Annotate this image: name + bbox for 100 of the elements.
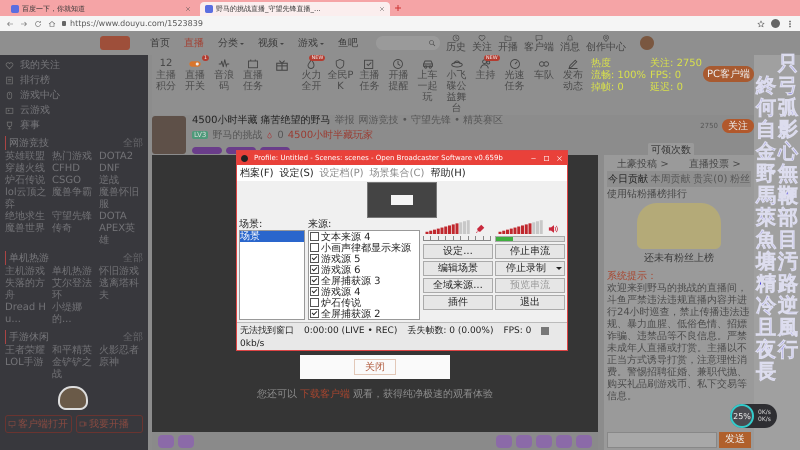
category-link[interactable]: lol云顶之弈 (5, 187, 49, 211)
category-link[interactable]: 原神 (99, 357, 143, 381)
category-link[interactable]: 魔兽世界 (5, 223, 49, 247)
category-link[interactable]: 金铲铲之战 (52, 357, 96, 381)
category-link[interactable]: 火影忍者 (99, 345, 143, 357)
category-link[interactable]: CFHD (52, 163, 96, 175)
header-link[interactable]: 历史 (446, 34, 466, 52)
category-link[interactable]: 主机游戏 (5, 266, 49, 278)
panel-link[interactable]: 土豪投稿 > (617, 157, 669, 171)
obs-button[interactable]: 插件 (423, 295, 493, 310)
category-link[interactable]: 守望先锋 (52, 211, 96, 223)
close-dialog-button[interactable]: 关闭 (354, 359, 396, 375)
category-link[interactable]: 英雄联盟 (5, 151, 49, 163)
header-link[interactable]: 开播 (498, 34, 518, 52)
toolbar-item[interactable]: 光速任务 (500, 58, 529, 92)
forward-icon[interactable] (20, 20, 28, 28)
rank-tab[interactable]: 粉丝 (730, 172, 750, 186)
category-link[interactable]: DOTA2 (99, 151, 143, 163)
category-link[interactable]: 怀旧游戏 (99, 266, 143, 278)
checkbox[interactable] (310, 254, 319, 263)
category-link[interactable]: 热门游戏 (52, 151, 96, 163)
checkbox[interactable] (310, 287, 319, 296)
checkbox[interactable] (310, 309, 319, 318)
menu-item[interactable]: 设定(S) (280, 166, 314, 180)
category-link[interactable]: 小缇娜的... (52, 302, 96, 326)
checkbox[interactable] (310, 265, 319, 274)
category-link[interactable]: 失落的方舟 (5, 278, 49, 302)
obs-button[interactable]: 停止录制 (495, 261, 565, 276)
nav-link[interactable]: 游戏 (298, 36, 324, 50)
obs-button[interactable]: 编辑场景 (423, 261, 493, 276)
sidebar-link[interactable]: 游戏中心 (5, 88, 143, 102)
category-link[interactable]: CSGO (52, 175, 96, 187)
bookmark-star-icon[interactable] (757, 20, 765, 28)
category-link[interactable]: 炉石传说 (5, 175, 49, 187)
category-link[interactable]: 穿越火线 (5, 163, 49, 175)
maximize-icon[interactable] (543, 154, 550, 162)
sidebar-button[interactable]: 客户端打开 (5, 415, 72, 433)
category-link[interactable]: DNF (99, 163, 143, 175)
sidebar-link[interactable]: 我的关注 (5, 58, 143, 72)
sidebar-link[interactable]: 排行榜 (5, 73, 143, 87)
rank-tab[interactable]: 本周贡献 (650, 172, 691, 186)
sidebar-link[interactable]: 云游戏 (5, 103, 143, 117)
toolbar-item[interactable]: 主播任务 (355, 58, 384, 92)
toolbar-item[interactable]: 全民PK (326, 58, 354, 92)
toolbar-item[interactable]: 音浪码 (210, 58, 238, 92)
obs-button[interactable]: 退出 (495, 295, 565, 310)
search-field[interactable] (376, 36, 440, 50)
category-link[interactable]: LOL手游 (5, 357, 49, 381)
header-link[interactable]: 客户端 (524, 34, 554, 52)
nav-link[interactable]: 鱼吧 (338, 36, 358, 50)
chat-input[interactable] (607, 432, 717, 448)
category-link[interactable]: 传奇 (52, 223, 96, 247)
scene-item[interactable]: 场景 (240, 231, 304, 242)
checkbox[interactable] (310, 276, 319, 285)
home-icon[interactable] (48, 20, 56, 28)
menu-item[interactable]: 档案(F) (240, 166, 274, 180)
category-link[interactable]: 王者荣耀 (5, 345, 49, 357)
reload-icon[interactable] (34, 20, 42, 28)
obs-button[interactable]: 设定... (423, 244, 493, 259)
header-link[interactable]: 关注 (472, 34, 492, 52)
header-link[interactable]: 消息 (560, 34, 580, 52)
rank-tab[interactable]: 今日贡献 (608, 172, 648, 186)
menu-icon[interactable] (786, 20, 794, 28)
source-list[interactable]: 文本来源 4 小画声律都显示来源 游戏源 5 游戏源 6 全屏捕获源 3 游戏源 4 炉石传说 全屏捕获源 2 (308, 230, 420, 320)
speaker-icon[interactable] (548, 224, 558, 234)
back-icon[interactable] (6, 20, 14, 28)
checkbox[interactable] (310, 232, 319, 241)
menu-item[interactable]: 帮助(H) (430, 166, 466, 180)
category-link[interactable]: 艾尔登法环 (52, 278, 96, 302)
sidebar-button[interactable]: 我要开播 (76, 415, 143, 433)
panel-link[interactable]: 直播投票 > (689, 157, 741, 171)
toolbar-item[interactable]: 车队 (530, 58, 558, 81)
rank-tab[interactable]: 贵宾(0) (693, 172, 728, 186)
toolbar-item[interactable]: 直播任务 (239, 58, 268, 92)
header-link[interactable]: 创作中心 (586, 34, 626, 52)
follow-button[interactable]: 关注 (722, 119, 754, 133)
toolbar-item[interactable]: 小飞碟公益舞台 (442, 58, 471, 114)
toolbar-item[interactable]: 上车一起玩 (414, 58, 442, 103)
sidebar-link[interactable]: 赛事 (5, 118, 143, 132)
category-link[interactable]: 逆战 (99, 175, 143, 187)
streamer-points[interactable]: 12 主播积分 (152, 58, 180, 92)
category-link[interactable]: APEX英雄 (99, 223, 143, 247)
toolbar-item[interactable]: 发布动态 (558, 58, 587, 92)
category-link[interactable]: 魔兽争霸 (52, 187, 96, 211)
scene-list[interactable]: 场景 (239, 230, 305, 320)
close-icon[interactable] (185, 6, 191, 12)
toolbar-item[interactable]: 开播提醒 (384, 58, 412, 92)
close-icon[interactable] (379, 6, 385, 12)
category-link[interactable]: 绝地求生 (5, 211, 49, 223)
obs-button[interactable]: 停止串流 (495, 244, 565, 259)
category-link[interactable]: 和平精英 (52, 345, 96, 357)
obs-button[interactable]: 全域来源... (423, 278, 493, 293)
checkbox[interactable] (310, 243, 319, 252)
pc-client-button[interactable]: PC客户端 (703, 66, 754, 82)
category-link[interactable]: 逃离塔科夫 (99, 278, 143, 302)
category-link[interactable]: Dread Hu... (5, 302, 49, 326)
nav-link[interactable]: 分类 (218, 36, 244, 50)
nav-link[interactable]: 视频 (258, 36, 284, 50)
profile-button[interactable] (771, 19, 780, 28)
nav-link[interactable]: 直播 (184, 36, 204, 50)
